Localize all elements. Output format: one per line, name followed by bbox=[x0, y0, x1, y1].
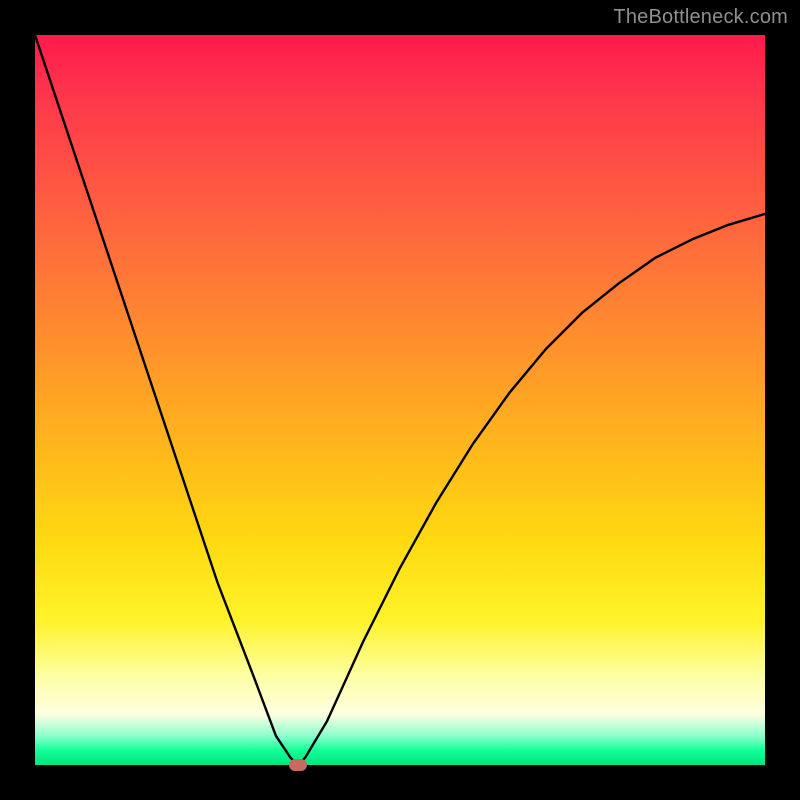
bottleneck-curve bbox=[35, 35, 765, 765]
curve-path bbox=[35, 35, 765, 765]
watermark-text: TheBottleneck.com bbox=[613, 6, 788, 29]
chart-frame: TheBottleneck.com bbox=[0, 0, 800, 800]
optimal-point-marker bbox=[289, 759, 307, 771]
plot-area bbox=[35, 35, 765, 765]
